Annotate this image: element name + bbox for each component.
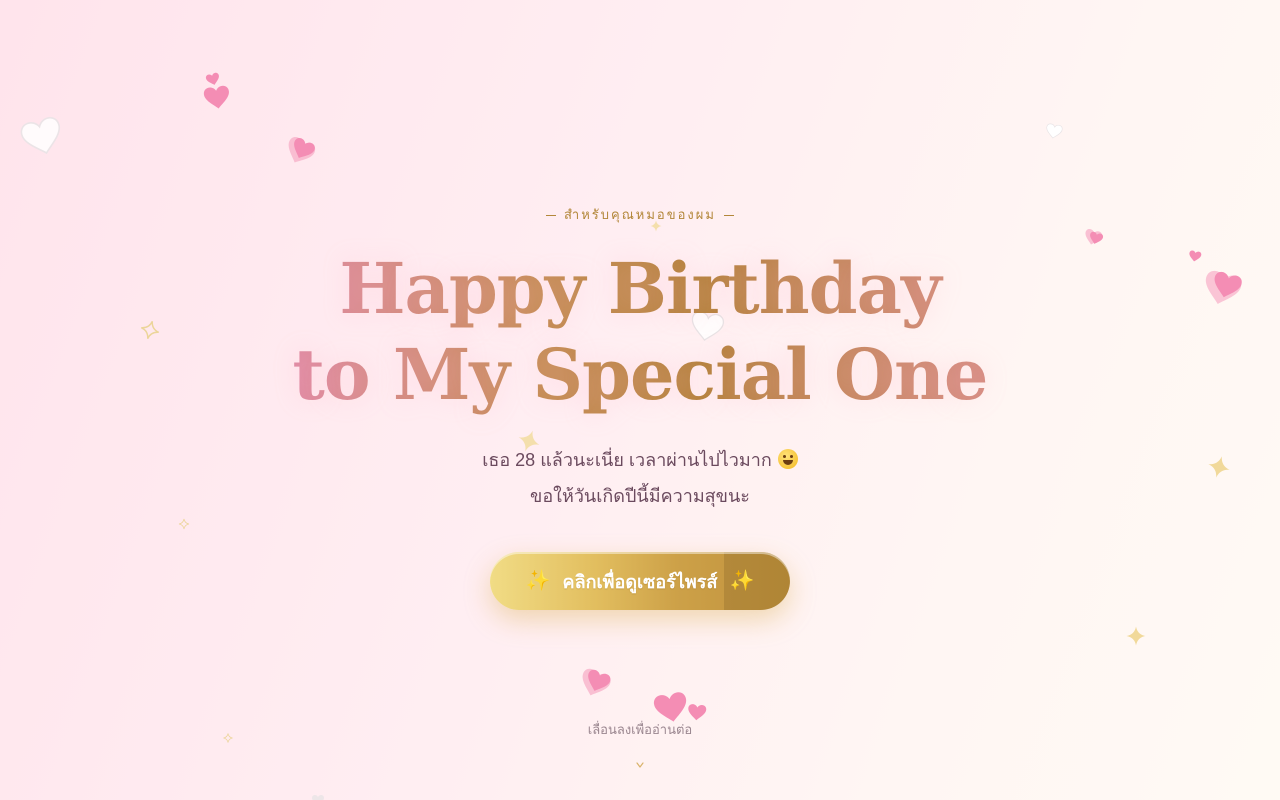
heart-icon [282,134,318,169]
heart-icon [1044,122,1064,140]
heart-icon [203,84,232,111]
heart-icon [312,795,324,800]
surprise-button[interactable]: ✨ คลิกเพื่อดูเซอร์ไพรส์ ✨ [490,552,790,610]
surprise-button-label: คลิกเพื่อดูเซอร์ไพรส์ [562,571,718,592]
sparkle-icon [178,518,190,530]
heart-icon [576,666,613,701]
eyebrow-dash-right [723,215,734,217]
sparkles-icon: ✨ [729,570,755,592]
sparkle-icon [1126,626,1146,646]
heart-icon [1082,228,1104,247]
heart-icon [18,114,66,159]
scroll-hint: เลื่อนลงเพื่ออ่านต่อ [587,722,693,737]
headline-line-2: to My Special One [0,332,1280,418]
chevron-down-icon[interactable] [635,760,645,770]
heart-icon [205,72,221,87]
headline-line-1: Happy Birthday [0,246,1280,332]
grinning-face-icon [777,449,798,469]
subtext-line-1: เธอ 28 แล้วนะเนี่ย เวลาผ่านไปไวมาก [0,445,1280,474]
birthday-hero: สำหรับคุณหมอของผม Happy Birthday to My S… [0,0,1280,800]
eyebrow-caption: สำหรับคุณหมอของผม [0,204,1280,225]
eyebrow-dash-left [546,215,556,217]
sparkles-icon: ✨ [525,570,551,592]
eyebrow-text: สำหรับคุณหมอของผม [564,207,716,222]
subtext-line-1-text: เธอ 28 แล้วนะเนี่ย เวลาผ่านไปไวมาก [482,450,772,470]
subtext-line-2: ขอให้วันเกิดปีนี้มีความสุขนะ [530,486,750,506]
